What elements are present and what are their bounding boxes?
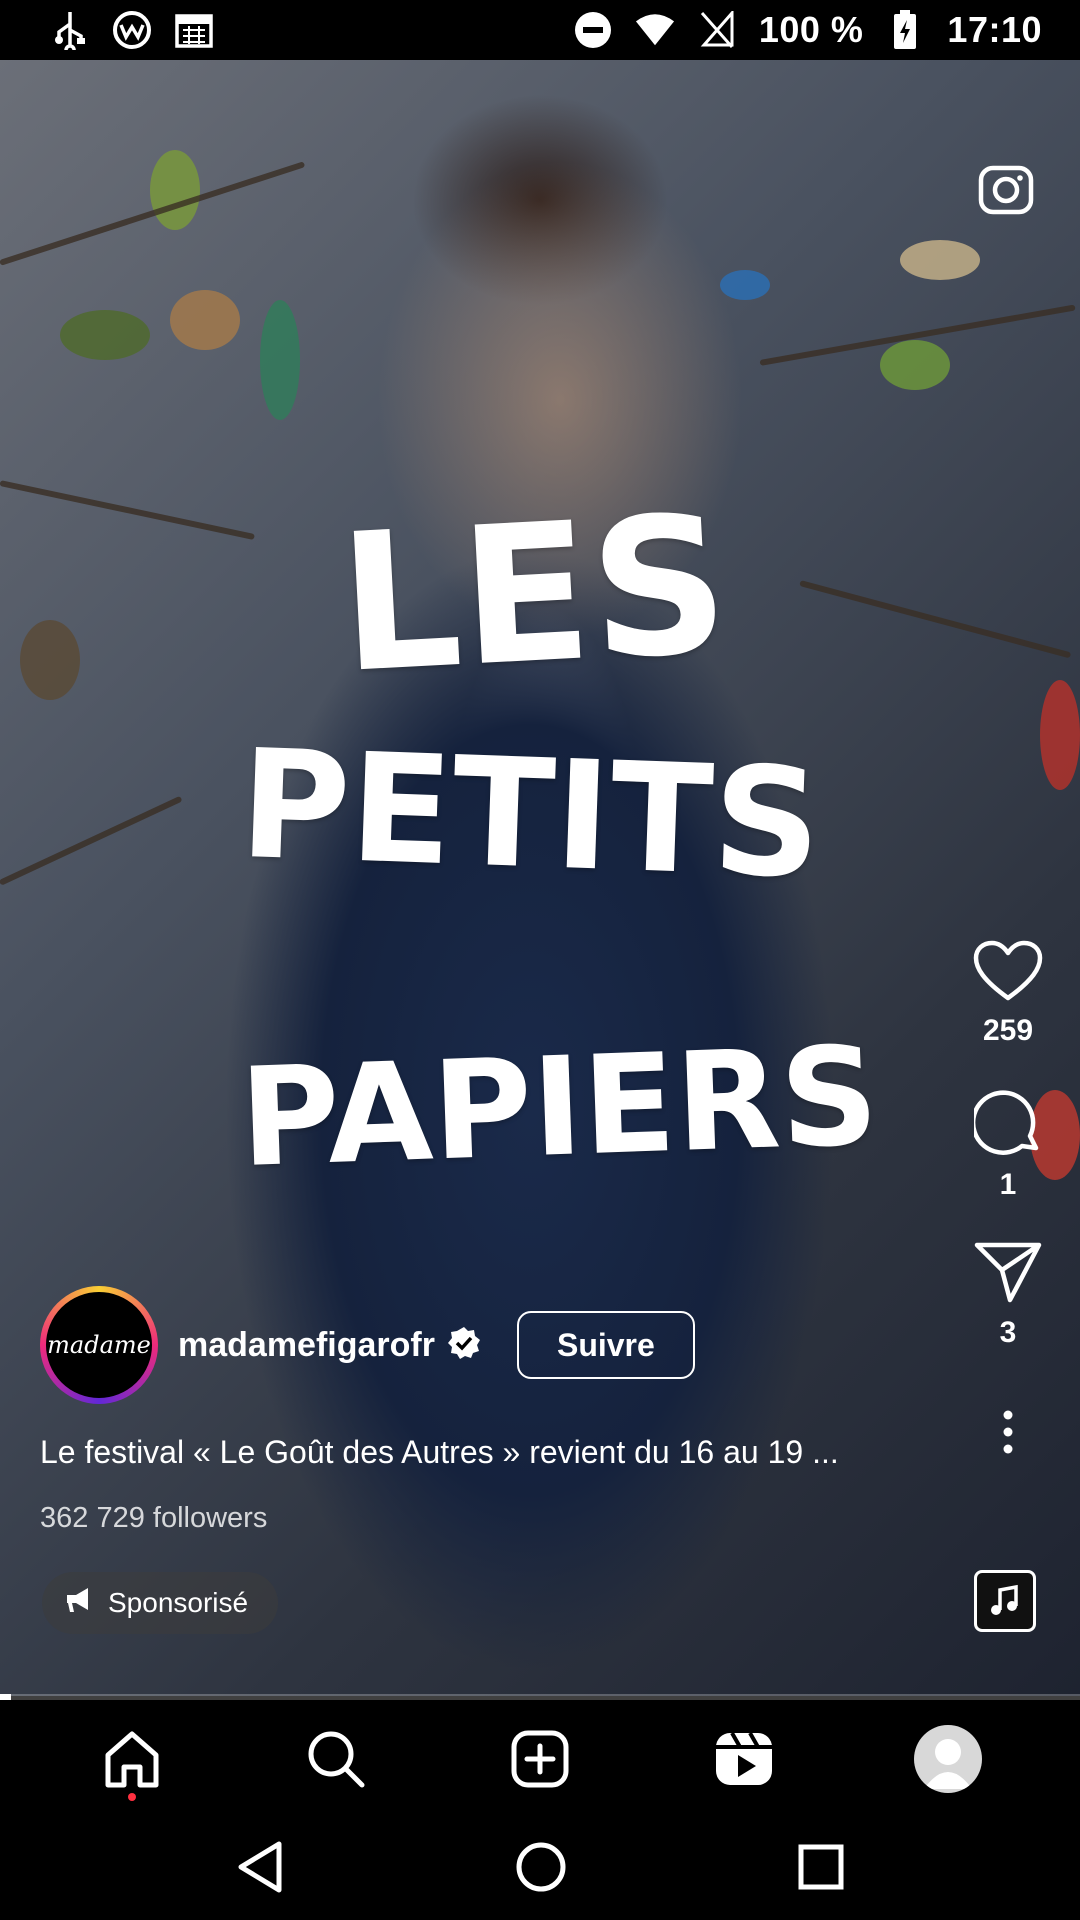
bottom-nav	[0, 1700, 1080, 1818]
wifi-icon	[635, 10, 675, 50]
vpn-icon	[112, 10, 152, 50]
clock: 17:10	[947, 9, 1042, 50]
status-bar: 100 % 17:10	[0, 0, 1080, 60]
notification-dot	[128, 1793, 136, 1801]
profile-icon	[914, 1725, 982, 1793]
avatar[interactable]: madame	[40, 1286, 158, 1404]
calendar-icon	[174, 10, 214, 50]
followers-count: 362 729 followers	[40, 1502, 268, 1534]
no-sim-icon	[697, 10, 737, 50]
recents-icon[interactable]	[797, 1843, 845, 1896]
poster-title: LES PETITS PAPIERS	[237, 474, 900, 1300]
reels-icon	[716, 1732, 772, 1785]
nav-profile[interactable]	[900, 1711, 996, 1807]
verified-badge-icon	[447, 1326, 481, 1365]
nav-create[interactable]	[492, 1711, 588, 1807]
username[interactable]: madamefigarofr	[178, 1326, 435, 1365]
camera-icon[interactable]	[978, 160, 1036, 221]
system-nav-bar	[0, 1818, 1080, 1920]
comment-icon	[974, 1090, 1039, 1155]
home-circle-icon[interactable]	[515, 1841, 567, 1898]
account-row: madame madamefigarofr Suivre	[40, 1286, 695, 1404]
battery-text: 100 %	[758, 9, 864, 50]
comment-count: 1	[999, 1168, 1017, 1201]
heart-icon	[973, 940, 1043, 1001]
poster-word-les: LES	[334, 474, 734, 715]
home-icon	[105, 1731, 159, 1788]
action-column: 259 1 3	[960, 940, 1056, 1454]
dnd-icon	[573, 10, 613, 50]
avatar-logo-text: madame	[47, 1331, 151, 1359]
caption[interactable]: Le festival « Le Goût des Autres » revie…	[40, 1434, 940, 1471]
share-button[interactable]: 3	[974, 1242, 1042, 1350]
share-count: 3	[999, 1316, 1017, 1349]
back-icon[interactable]	[235, 1840, 285, 1899]
music-note-icon	[991, 1584, 1018, 1615]
sponsored-badge[interactable]: Sponsorisé	[42, 1572, 279, 1634]
poster-word-petits: PETITS	[237, 717, 824, 913]
nav-home[interactable]	[84, 1711, 180, 1807]
battery-charging-icon	[885, 10, 925, 50]
sponsored-label: Sponsorisé	[108, 1587, 249, 1618]
comment-button[interactable]: 1	[974, 1088, 1042, 1202]
megaphone-icon	[64, 1585, 94, 1622]
more-vertical-icon	[1003, 1410, 1013, 1454]
more-options-button[interactable]	[1002, 1410, 1014, 1454]
nav-reels[interactable]	[696, 1711, 792, 1807]
like-button[interactable]: 259	[973, 940, 1043, 1048]
nav-search[interactable]	[288, 1711, 384, 1807]
create-icon	[511, 1730, 569, 1788]
poster-word-papiers: PAPIERS	[237, 1017, 881, 1199]
follow-button[interactable]: Suivre	[516, 1311, 695, 1379]
send-icon	[974, 1242, 1042, 1303]
search-icon	[308, 1731, 365, 1788]
audio-track-button[interactable]	[974, 1570, 1036, 1632]
like-count: 259	[982, 1014, 1034, 1047]
usb-icon	[50, 10, 90, 50]
